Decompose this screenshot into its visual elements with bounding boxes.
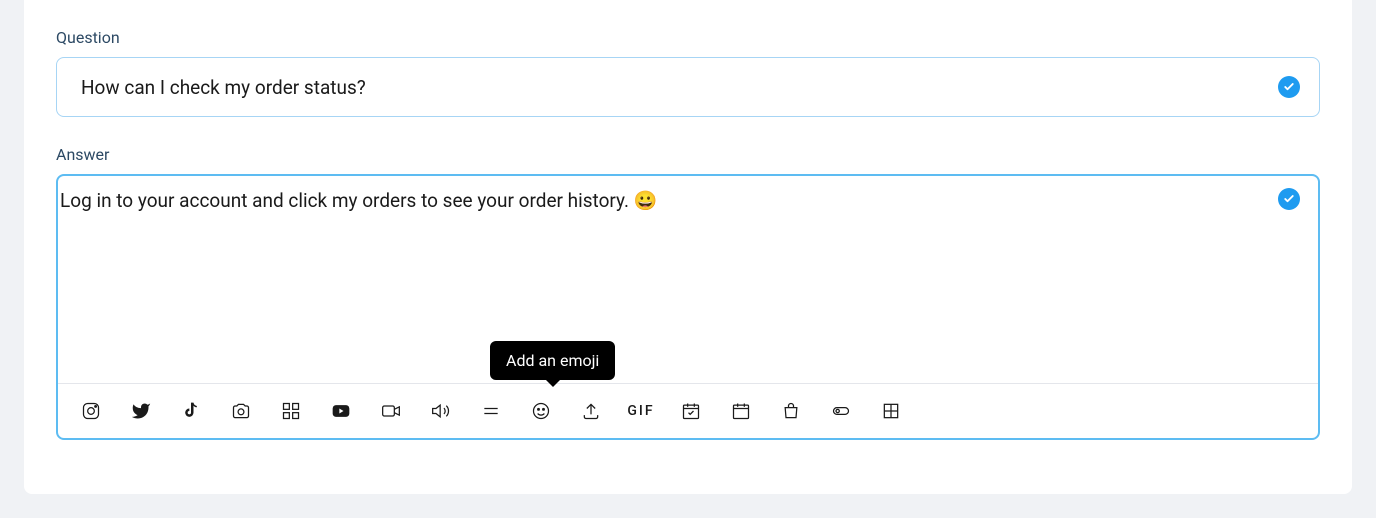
toggle-icon[interactable] <box>830 400 852 422</box>
emoji-tooltip: Add an emoji <box>490 341 615 380</box>
spacer-icon[interactable] <box>480 400 502 422</box>
youtube-icon[interactable] <box>330 400 352 422</box>
tiktok-icon[interactable] <box>180 400 202 422</box>
faq-editor-card: Question Answer Log in to your account a… <box>24 0 1352 494</box>
bag-icon[interactable] <box>780 400 802 422</box>
calendar-icon[interactable] <box>730 400 752 422</box>
question-field-wrap <box>56 57 1320 117</box>
answer-field-wrap: Log in to your account and click my orde… <box>56 174 1320 440</box>
gif-icon[interactable]: GIF <box>630 400 652 422</box>
twitter-icon[interactable] <box>130 400 152 422</box>
upload-icon[interactable] <box>580 400 602 422</box>
question-input[interactable] <box>56 57 1320 117</box>
audio-icon[interactable] <box>430 400 452 422</box>
question-label: Question <box>56 28 1320 47</box>
editor-toolbar: GIF <box>58 383 1318 438</box>
emoji-icon[interactable] <box>530 400 552 422</box>
answer-textarea[interactable]: Log in to your account and click my orde… <box>58 176 1318 383</box>
table-icon[interactable] <box>880 400 902 422</box>
answer-valid-badge <box>1278 188 1300 210</box>
camera-icon[interactable] <box>230 400 252 422</box>
grid-icon[interactable] <box>280 400 302 422</box>
video-icon[interactable] <box>380 400 402 422</box>
question-valid-badge <box>1278 76 1300 98</box>
answer-label: Answer <box>56 145 1320 164</box>
calendar-check-icon[interactable] <box>680 400 702 422</box>
instagram-icon[interactable] <box>80 400 102 422</box>
